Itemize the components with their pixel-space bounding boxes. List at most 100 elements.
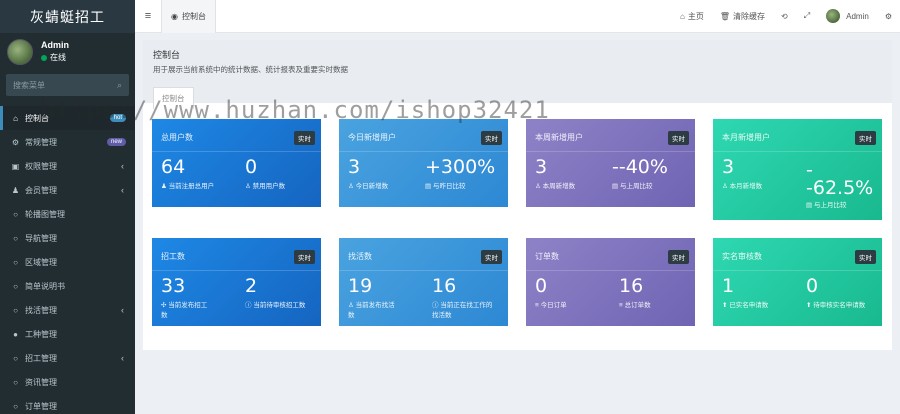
sidebar-item[interactable]: ⌂ 控制台 hot <box>0 106 135 130</box>
stat-caption-secondary: ≡ 总订单数 <box>619 301 695 311</box>
sidebar-item-label: 轮播图管理 <box>25 209 65 219</box>
stat-value-primary: 0 <box>535 275 548 297</box>
stat-card: 订单数 实时 0 16 ≡ 今日订单 ≡ 总订单数 <box>526 238 695 326</box>
clear-cache-button[interactable]: 🗑 清除缓存 <box>712 11 773 22</box>
home-button[interactable]: ⌂ 主页 <box>672 11 712 22</box>
dashboard-panel: 控制台 用于展示当前系统中的统计数据、统计报表及重要实时数据 控制台 总用户数实… <box>143 40 892 350</box>
sidebar-item[interactable]: ● 工种管理 <box>0 322 135 346</box>
card-title: 找活数 <box>348 252 372 261</box>
sidebar-item[interactable]: ♟ 会员管理 ‹ <box>0 178 135 202</box>
stat-caption-secondary: ♙ 禁用用户数 <box>245 182 321 192</box>
circle-icon: ○ <box>13 233 18 243</box>
stat-caption-secondary: ▤ 与上月比较 <box>806 201 882 211</box>
sidebar-item[interactable]: ○ 订单管理 <box>0 394 135 414</box>
stat-card: 实名审核数 实时 1 0 ⬆ 已实名申请数 ⬆ 待审核实名申请数 <box>713 238 882 326</box>
sidebar-item[interactable]: ○ 资讯管理 <box>0 370 135 394</box>
tab-dashboard[interactable]: ◉ 控制台 <box>161 0 216 33</box>
stat-value-primary: 3 <box>535 156 548 178</box>
sidebar-item-label: 常规管理 <box>25 137 57 147</box>
stat-caption-primary-text: 今日订单 <box>540 302 567 309</box>
search-icon[interactable]: ⌕ <box>117 80 122 91</box>
chevron-left-icon: ‹ <box>121 305 124 315</box>
fullscreen-button[interactable]: ⤢ <box>796 11 818 21</box>
card-title: 本周新增用户 <box>535 133 583 142</box>
sidebar-item[interactable]: ○ 找活管理 ‹ <box>0 298 135 322</box>
top-header: ≡ ◉ 控制台 ⌂ 主页 🗑 清除缓存 ⟲ ⤢ Admin ⚙ <box>135 0 900 33</box>
stat-caption-primary-text: 当前注册总用户 <box>168 183 215 190</box>
circle-icon: ○ <box>13 401 18 411</box>
sidebar-item[interactable]: ○ 区域管理 <box>0 250 135 274</box>
stat-caption-secondary: ⓘ 当前待审核招工数 <box>245 301 321 311</box>
trash-icon: 🗑 <box>719 11 731 21</box>
sidebar-item[interactable]: ▣ 权限管理 ‹ <box>0 154 135 178</box>
chart-icon: ▤ <box>612 183 620 190</box>
stat-caption-primary: ♙ 本月新增数 <box>722 182 800 192</box>
badge: hot <box>109 114 126 122</box>
menu-toggle-icon[interactable]: ≡ <box>135 10 161 22</box>
search-input[interactable] <box>13 80 103 90</box>
stat-caption-secondary-text: 待审核实名申请数 <box>813 302 866 309</box>
stat-value-primary: 64 <box>161 156 186 178</box>
user-name: Admin <box>41 40 69 50</box>
user-menu[interactable]: Admin <box>818 9 877 23</box>
stat-caption-secondary-text: 与上月比较 <box>813 202 847 209</box>
dashboard-icon: ◉ <box>171 11 178 21</box>
sidebar-item-label: 简单说明书 <box>25 281 65 291</box>
circle-icon: ○ <box>13 281 18 291</box>
card-divider <box>339 270 508 271</box>
user-panel: Admin 在线 <box>0 33 135 70</box>
user-icon: ♟ <box>161 183 169 190</box>
app-logo[interactable]: 灰蜻蜓招工 <box>0 0 135 33</box>
card-title: 今日新增用户 <box>348 133 396 142</box>
stat-caption-primary: ♟ 当前注册总用户 <box>161 182 239 192</box>
circle-icon: ○ <box>13 377 18 387</box>
stat-value-primary: 19 <box>348 275 373 297</box>
refresh-icon: ⟲ <box>781 11 788 21</box>
home-label: 主页 <box>687 11 704 21</box>
realtime-tag: 实时 <box>855 131 876 145</box>
stat-caption-primary-text: 本周新增数 <box>542 183 576 190</box>
refresh-button[interactable]: ⟲ <box>773 12 796 21</box>
stat-value-primary: 33 <box>161 275 186 297</box>
sidebar-item[interactable]: ⚙ 常规管理 new <box>0 130 135 154</box>
stat-caption-secondary: ⬆ 待审核实名申请数 <box>806 301 882 311</box>
chart-icon: ▤ <box>806 202 814 209</box>
sidebar-menu: ⌂ 控制台 hot ⚙ 常规管理 new ▣ 权限管理 ‹ ♟ 会员管理 ‹ ○ 轮播图管理 ○ 导航管理 ○ 区… <box>0 106 135 414</box>
sidebar-item[interactable]: ○ 轮播图管理 <box>0 202 135 226</box>
sidebar-item-label: 会员管理 <box>25 185 57 195</box>
stat-value-secondary: 2 <box>245 275 258 297</box>
realtime-tag: 实时 <box>855 250 876 264</box>
tab-dashboard-label: 控制台 <box>181 11 206 21</box>
realtime-tag: 实时 <box>668 131 689 145</box>
page-title: 控制台 <box>153 50 181 60</box>
sidebar-item-label: 工种管理 <box>25 329 57 339</box>
settings-button[interactable]: ⚙ <box>877 12 900 21</box>
stat-value-secondary: 16 <box>432 275 457 297</box>
sidebar-item[interactable]: ○ 招工管理 ‹ <box>0 346 135 370</box>
stat-card: 今日新增用户 实时 3 +300% ♙ 今日新增数 ▤ 与昨日比较 <box>339 119 508 207</box>
stat-value-primary: 1 <box>722 275 735 297</box>
home-icon: ⌂ <box>680 11 685 21</box>
sidebar-item[interactable]: ○ 导航管理 <box>0 226 135 250</box>
users-icon: ♙ <box>245 183 253 190</box>
stat-caption-primary-text: 今日新增数 <box>355 183 389 190</box>
stat-caption-secondary: ▤ 与上周比较 <box>612 182 688 192</box>
gear-icon: ⚙ <box>884 11 892 21</box>
stat-value-secondary: 16 <box>619 275 644 297</box>
sidebar-item-label: 控制台 <box>25 113 49 123</box>
card-divider <box>526 270 695 271</box>
sidebar-search: ⌕ <box>6 74 129 96</box>
stat-caption-primary-text: 本月新增数 <box>729 183 763 190</box>
sidebar-item-label: 订单管理 <box>25 401 57 411</box>
circle-icon: ○ <box>13 305 18 315</box>
tab-console[interactable]: 控制台 <box>153 87 194 109</box>
chevron-left-icon: ‹ <box>121 161 124 171</box>
card-divider <box>526 151 695 152</box>
stat-value-secondary: +300% <box>425 156 496 178</box>
sidebar-item[interactable]: ○ 简单说明书 <box>0 274 135 298</box>
stat-value-primary: 3 <box>348 156 361 178</box>
home-icon: ⌂ <box>13 113 18 123</box>
realtime-tag: 实时 <box>481 250 502 264</box>
card-title: 实名审核数 <box>722 252 762 261</box>
chevron-left-icon: ‹ <box>121 353 124 363</box>
